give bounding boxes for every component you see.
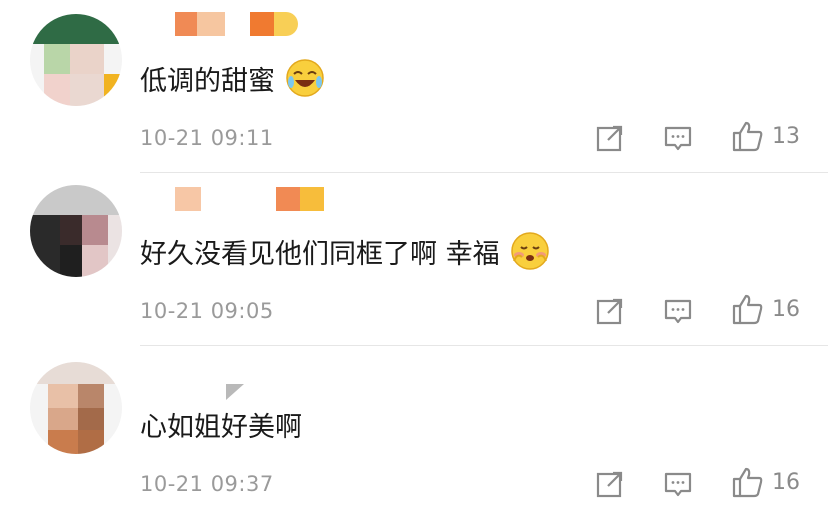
comment-button[interactable] [658,291,698,331]
share-button[interactable] [590,291,630,331]
comment-body: 低调的甜蜜 [140,65,275,97]
thumb-up-icon [732,467,763,498]
share-button[interactable] [590,118,630,158]
comment-button[interactable] [658,464,698,504]
thumb-up-icon [732,294,763,325]
share-icon [596,471,623,498]
comment-timestamp: 10-21 09:05 [140,299,274,323]
blush-emoji-icon [510,232,549,270]
comment-text: 低调的甜蜜 [140,56,325,100]
share-icon [596,298,623,325]
comment-item: 心如姐好美啊 10-21 09:37 16 [0,346,828,510]
comment-item: 低调的甜蜜 10-21 09:11 13 [0,0,828,172]
comment-icon [664,126,692,151]
comment-text: 好久没看见他们同框了啊 幸福 [140,229,550,273]
avatar[interactable] [30,14,122,106]
avatar[interactable] [30,362,122,454]
laugh-cry-emoji-icon [286,59,324,97]
comment-icon [664,299,692,324]
like-count: 16 [772,297,800,322]
comment-timestamp: 10-21 09:11 [140,126,274,150]
comment-button[interactable] [658,118,698,158]
comment-icon [664,472,692,497]
share-icon [596,125,623,152]
like-button[interactable] [728,462,768,502]
thumb-up-icon [732,121,763,152]
comment-body: 心如姐好美啊 [140,411,302,443]
comment-text: 心如姐好美啊 [140,402,302,446]
comment-timestamp: 10-21 09:37 [140,472,274,496]
share-button[interactable] [590,464,630,504]
comment-item: 好久没看见他们同框了啊 幸福 10-21 09:05 16 [0,173,828,345]
like-button[interactable] [728,116,768,156]
avatar[interactable] [30,185,122,277]
like-count: 13 [772,124,800,149]
like-count: 16 [772,470,800,495]
comment-body: 好久没看见他们同框了啊 幸福 [140,238,500,270]
like-button[interactable] [728,289,768,329]
